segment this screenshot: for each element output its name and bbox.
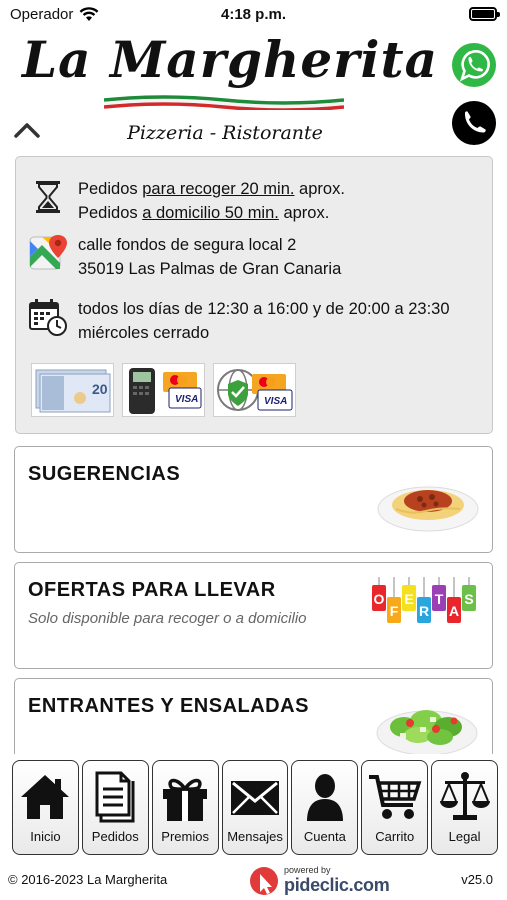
document-icon [95,771,135,823]
category-ofertas[interactable]: OFERTAS PARA LLEVAR Solo disponible para… [14,562,493,669]
offer-tag-letter: A [449,603,459,619]
tab-label: Inicio [30,829,61,844]
powered-by-logo[interactable]: powered by pideclic.com [244,865,404,896]
category-title: SUGERENCIAS [28,463,181,485]
secure-card-icon: VISA [213,363,296,417]
cart-icon [368,775,422,819]
tab-bar: Inicio Pedidos Premios Mensajes Cuenta C… [12,760,499,856]
offer-tag-letter: O [374,591,385,607]
delivery-times: Pedidos para recoger 20 min. aprox. Pedi… [28,177,345,225]
visa-label: VISA [264,396,287,407]
category-entrantes[interactable]: ENTRANTES Y ENSALADAS [14,678,493,754]
logo-subtitle: Pizzeria - Ristorante [127,122,323,144]
tab-label: Carrito [375,829,415,844]
pideclic-logo-icon [250,867,278,895]
tab-pedidos[interactable]: Pedidos [81,760,149,855]
phone-icon[interactable] [451,100,497,146]
delivery-prefix: Pedidos [78,204,143,222]
hourglass-icon [36,181,60,213]
banknote-value: 20 [92,381,108,397]
chevron-up-icon[interactable] [12,118,42,142]
address[interactable]: calle fondos de segura local 2 35019 Las… [28,233,341,281]
category-subtitle: Solo disponible para recoger o a domicil… [28,610,307,627]
pickup-suffix: aprox. [294,180,345,198]
footer: © 2016-2023 La Margherita powered by pid… [0,865,507,896]
ofertas-tags-icon: OFERTAS [372,577,476,623]
address-line-1: calle fondos de segura local 2 [78,236,297,254]
tab-label: Mensajes [227,829,283,844]
tab-label: Cuenta [303,829,346,844]
tab-cuenta[interactable]: Cuenta [291,760,359,855]
info-panel: Pedidos para recoger 20 min. aprox. Pedi… [15,156,493,434]
tab-premios[interactable]: Premios [151,760,219,855]
delivery-suffix: aprox. [278,204,330,222]
tab-label: Premios [161,829,209,844]
tab-legal[interactable]: Legal [431,760,499,855]
tab-carrito[interactable]: Carrito [361,760,429,855]
user-icon [306,774,343,821]
spaghetti-icon [377,486,479,532]
tab-mensajes[interactable]: Mensajes [221,760,289,855]
copyright: © 2016-2023 La Margherita [8,872,168,887]
cash-icon: 20 [31,363,114,417]
powered-by-brand: pideclic.com [284,875,390,895]
map-pin-icon [29,235,67,270]
offer-tag-letter: T [435,591,444,607]
tab-label: Legal [448,829,481,844]
salad-icon [376,710,478,754]
flag-ribbon-icon [104,95,344,110]
tab-label: Pedidos [91,829,139,844]
header: La Margherita Pizzeria - Ristorante [0,30,507,150]
offer-tag-letter: F [390,603,399,619]
pickup-prefix: Pedidos [78,180,143,198]
status-bar: Operador 4:18 p.m. [0,0,507,30]
opening-hours-text: todos los días de 12:30 a 16:00 y de 20:… [78,300,450,342]
offer-tag-letter: S [464,591,473,607]
category-sugerencias[interactable]: SUGERENCIAS [14,446,493,553]
pickup-link[interactable]: para recoger 20 min. [142,180,294,198]
calendar-clock-icon [29,299,67,336]
tab-inicio[interactable]: Inicio [12,760,79,855]
category-title: ENTRANTES Y ENSALADAS [28,695,309,717]
scales-icon [439,772,490,820]
gift-icon [163,778,208,821]
clock: 4:18 p.m. [220,6,287,23]
whatsapp-icon[interactable] [451,42,497,88]
card-terminal-icon: VISA [122,363,205,417]
offer-tag-letter: E [404,591,413,607]
offer-tag-letter: R [419,603,429,619]
delivery-link[interactable]: a domicilio 50 min. [142,204,279,222]
category-title: OFERTAS PARA LLEVAR [28,579,276,601]
visa-label: VISA [175,394,198,405]
logo-title: La Margherita [22,30,439,89]
address-line-2: 35019 Las Palmas de Gran Canaria [78,260,342,278]
app-version: v25.0 [461,872,493,887]
home-icon [21,775,70,819]
payment-methods: 20 VISA VISA [31,363,296,417]
powered-by-text: powered by [284,865,331,875]
opening-hours: todos los días de 12:30 a 16:00 y de 20:… [28,297,473,345]
envelope-icon [231,781,279,815]
battery-icon [469,7,500,21]
